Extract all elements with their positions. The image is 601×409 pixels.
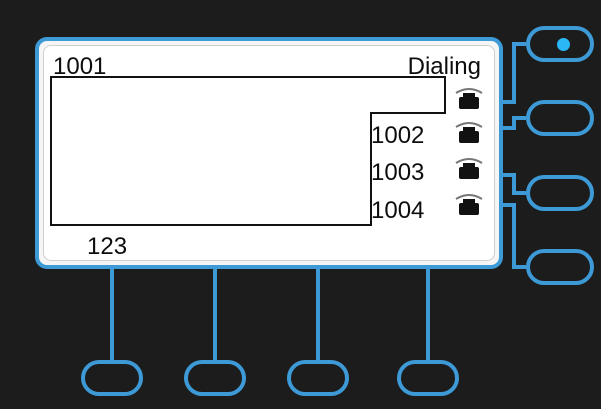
phone-handset-icon xyxy=(455,122,483,143)
dialed-digits: 123 xyxy=(87,233,128,260)
side-key-3[interactable] xyxy=(526,175,594,211)
phone-handset-icon xyxy=(455,158,483,179)
line-key-1003[interactable] xyxy=(453,155,485,183)
line-label-1004: 1004 xyxy=(371,197,425,224)
phone-panel: 1001 Dialing 123 1002 1003 1004 xyxy=(0,0,601,409)
line-label-1003: 1003 xyxy=(371,159,425,186)
call-window-outline xyxy=(50,76,446,226)
line-key-1004[interactable] xyxy=(453,191,485,219)
softkey-3[interactable] xyxy=(287,360,349,396)
softkey-1[interactable] xyxy=(81,360,143,396)
side-key-2[interactable] xyxy=(526,100,594,136)
line-key-1002[interactable] xyxy=(453,119,485,147)
phone-display: 1001 Dialing 123 1002 1003 1004 xyxy=(35,37,503,269)
softkey-2[interactable] xyxy=(184,360,246,396)
phone-handset-icon xyxy=(455,88,483,109)
side-key-1[interactable] xyxy=(526,26,594,62)
line-key-1[interactable] xyxy=(453,85,485,113)
softkey-4[interactable] xyxy=(397,360,459,396)
status-led-icon xyxy=(557,38,570,51)
phone-handset-icon xyxy=(455,194,483,215)
line-label-1002: 1002 xyxy=(371,122,425,149)
side-key-4[interactable] xyxy=(526,249,594,285)
